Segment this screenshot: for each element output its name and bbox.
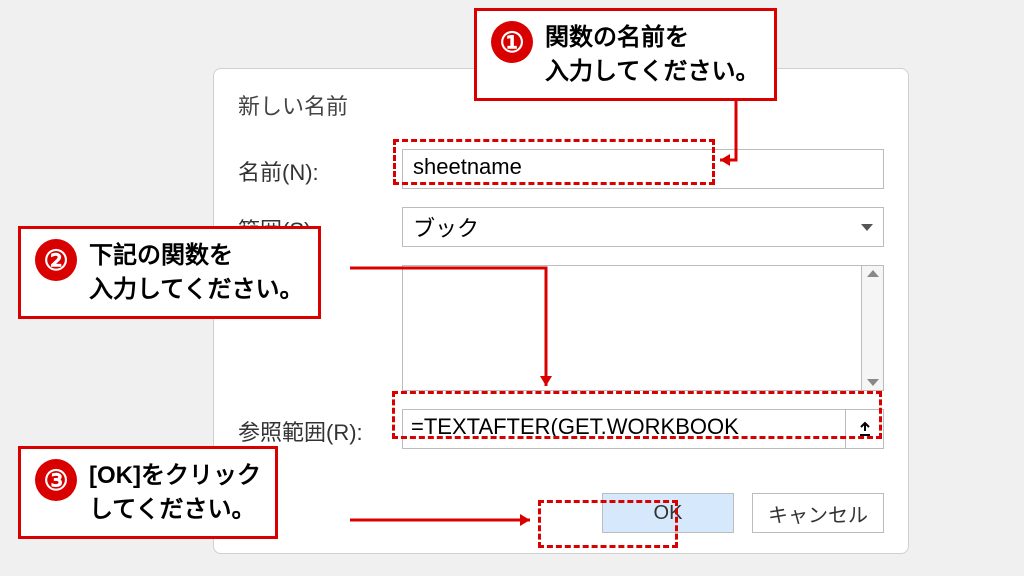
callout-3-number: ③ — [35, 459, 77, 501]
scroll-down-icon[interactable] — [867, 379, 879, 386]
callout-2-line1: 下記の関数を — [89, 242, 233, 269]
callout-1-line1: 関数の名前を — [545, 24, 689, 51]
row-name: 名前(N): sheetname — [238, 149, 884, 189]
callout-3-text: [OK]をクリック してください。 — [89, 459, 261, 526]
label-name: 名前(N): — [238, 149, 402, 187]
scope-select[interactable]: ブック — [402, 207, 884, 247]
callout-2-number: ② — [35, 239, 77, 281]
callout-2-text: 下記の関数を 入力してください。 — [89, 239, 304, 306]
chevron-down-icon — [861, 224, 873, 231]
callout-3-line1: [OK]をクリック — [89, 462, 261, 489]
callout-3-line2: してください。 — [89, 496, 256, 523]
label-refersto: 参照範囲(R): — [238, 409, 402, 447]
scope-value: ブック — [413, 211, 479, 243]
button-row: OK キャンセル — [602, 493, 884, 533]
callout-1-text: 関数の名前を 入力してください。 — [545, 21, 760, 88]
ok-button[interactable]: OK — [602, 493, 734, 533]
comment-textarea[interactable] — [402, 265, 862, 391]
name-input[interactable]: sheetname — [402, 149, 884, 189]
callout-2: ② 下記の関数を 入力してください。 — [18, 226, 321, 319]
callout-2-line2: 入力してください。 — [89, 276, 304, 303]
callout-1-line2: 入力してください。 — [545, 58, 760, 85]
row-comment: ト(O): — [238, 265, 884, 391]
row-refersto: 参照範囲(R): =TEXTAFTER(GET.WORKBOOK — [238, 409, 884, 449]
comment-scrollbar[interactable] — [862, 265, 884, 391]
refersto-input[interactable]: =TEXTAFTER(GET.WORKBOOK — [402, 409, 846, 449]
scroll-up-icon[interactable] — [867, 270, 879, 277]
callout-1-number: ① — [491, 21, 533, 63]
callout-3: ③ [OK]をクリック してください。 — [18, 446, 278, 539]
cancel-button[interactable]: キャンセル — [752, 493, 884, 533]
row-scope: 範囲(S): ブック — [238, 207, 884, 247]
callout-1: ① 関数の名前を 入力してください。 — [474, 8, 777, 101]
collapse-dialog-icon[interactable] — [846, 409, 884, 449]
